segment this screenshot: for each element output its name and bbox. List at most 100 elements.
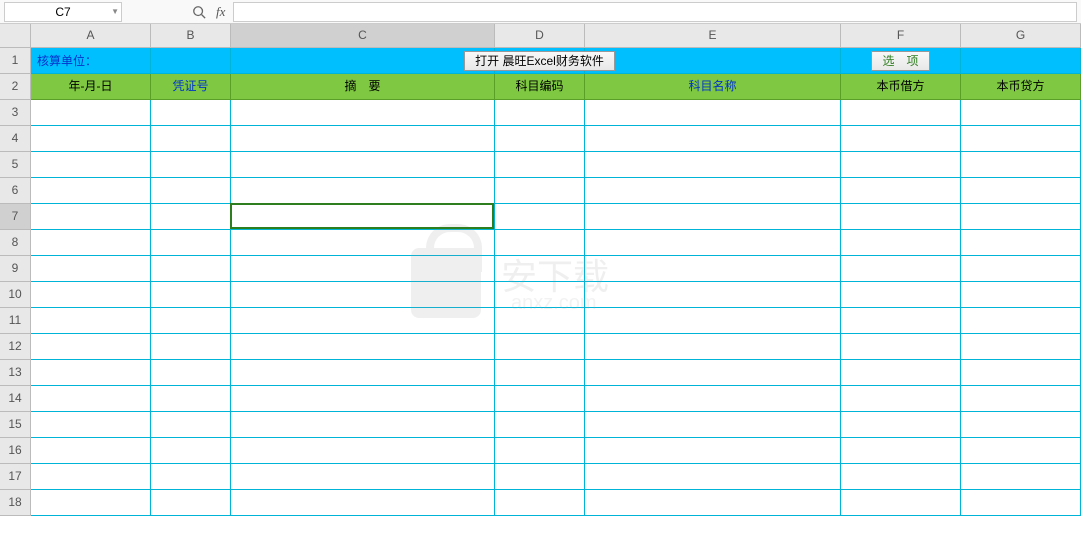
- cell-E1[interactable]: [585, 48, 841, 74]
- cell-E10[interactable]: [585, 282, 841, 308]
- cell-G7[interactable]: [961, 204, 1081, 230]
- header-cell-A[interactable]: 年-月-日: [31, 74, 151, 100]
- cell-G13[interactable]: [961, 360, 1081, 386]
- cell-G18[interactable]: [961, 490, 1081, 516]
- cell-B13[interactable]: [151, 360, 231, 386]
- cell-F18[interactable]: [841, 490, 961, 516]
- cell-F12[interactable]: [841, 334, 961, 360]
- cell-D10[interactable]: [495, 282, 585, 308]
- cell-F14[interactable]: [841, 386, 961, 412]
- cell-E3[interactable]: [585, 100, 841, 126]
- cell-A1[interactable]: 核算单位：: [31, 48, 151, 74]
- cell-G10[interactable]: [961, 282, 1081, 308]
- cell-C13[interactable]: [231, 360, 495, 386]
- cell-C7[interactable]: [231, 204, 495, 230]
- cell-G17[interactable]: [961, 464, 1081, 490]
- cell-C5[interactable]: [231, 152, 495, 178]
- cell-D17[interactable]: [495, 464, 585, 490]
- cell-D3[interactable]: [495, 100, 585, 126]
- row-header-7[interactable]: 7: [0, 204, 31, 230]
- header-cell-G[interactable]: 本币贷方: [961, 74, 1081, 100]
- search-icon[interactable]: [190, 3, 208, 21]
- options-button[interactable]: 选 项: [871, 51, 929, 71]
- cell-G8[interactable]: [961, 230, 1081, 256]
- cell-B18[interactable]: [151, 490, 231, 516]
- cell-B3[interactable]: [151, 100, 231, 126]
- cell-B7[interactable]: [151, 204, 231, 230]
- cell-B12[interactable]: [151, 334, 231, 360]
- row-header-15[interactable]: 15: [0, 412, 31, 438]
- cell-F7[interactable]: [841, 204, 961, 230]
- cell-E8[interactable]: [585, 230, 841, 256]
- cell-A7[interactable]: [31, 204, 151, 230]
- cell-F8[interactable]: [841, 230, 961, 256]
- cell-D11[interactable]: [495, 308, 585, 334]
- column-header-D[interactable]: D: [495, 24, 585, 48]
- cell-B5[interactable]: [151, 152, 231, 178]
- cell-A8[interactable]: [31, 230, 151, 256]
- cell-A11[interactable]: [31, 308, 151, 334]
- cell-B16[interactable]: [151, 438, 231, 464]
- cell-E5[interactable]: [585, 152, 841, 178]
- cell-A10[interactable]: [31, 282, 151, 308]
- cell-G12[interactable]: [961, 334, 1081, 360]
- header-cell-B[interactable]: 凭证号: [151, 74, 231, 100]
- cell-B6[interactable]: [151, 178, 231, 204]
- cell-G11[interactable]: [961, 308, 1081, 334]
- cell-E11[interactable]: [585, 308, 841, 334]
- row-header-11[interactable]: 11: [0, 308, 31, 334]
- header-cell-E[interactable]: 科目名称: [585, 74, 841, 100]
- cell-F11[interactable]: [841, 308, 961, 334]
- column-header-B[interactable]: B: [151, 24, 231, 48]
- cell-F10[interactable]: [841, 282, 961, 308]
- cell-A12[interactable]: [31, 334, 151, 360]
- row-header-4[interactable]: 4: [0, 126, 31, 152]
- header-cell-C[interactable]: 摘 要: [231, 74, 495, 100]
- column-header-A[interactable]: A: [31, 24, 151, 48]
- cell-B11[interactable]: [151, 308, 231, 334]
- cell-C9[interactable]: [231, 256, 495, 282]
- column-header-G[interactable]: G: [961, 24, 1081, 48]
- cell-G15[interactable]: [961, 412, 1081, 438]
- header-cell-D[interactable]: 科目编码: [495, 74, 585, 100]
- cell-E4[interactable]: [585, 126, 841, 152]
- cell-G1[interactable]: [961, 48, 1081, 74]
- cell-A16[interactable]: [31, 438, 151, 464]
- cell-F3[interactable]: [841, 100, 961, 126]
- cell-D6[interactable]: [495, 178, 585, 204]
- cell-E13[interactable]: [585, 360, 841, 386]
- row-header-16[interactable]: 16: [0, 438, 31, 464]
- cell-D15[interactable]: [495, 412, 585, 438]
- cell-E14[interactable]: [585, 386, 841, 412]
- cell-G4[interactable]: [961, 126, 1081, 152]
- row-header-1[interactable]: 1: [0, 48, 31, 74]
- cell-C4[interactable]: [231, 126, 495, 152]
- cell-C12[interactable]: [231, 334, 495, 360]
- name-box[interactable]: C7 ▼: [4, 2, 122, 22]
- cell-D5[interactable]: [495, 152, 585, 178]
- cell-E16[interactable]: [585, 438, 841, 464]
- cell-E18[interactable]: [585, 490, 841, 516]
- select-all-corner[interactable]: [0, 24, 31, 48]
- cell-C16[interactable]: [231, 438, 495, 464]
- cell-E12[interactable]: [585, 334, 841, 360]
- cell-C14[interactable]: [231, 386, 495, 412]
- row-header-13[interactable]: 13: [0, 360, 31, 386]
- cell-E15[interactable]: [585, 412, 841, 438]
- cell-A5[interactable]: [31, 152, 151, 178]
- row-header-12[interactable]: 12: [0, 334, 31, 360]
- cell-D12[interactable]: [495, 334, 585, 360]
- cell-C1[interactable]: [231, 48, 495, 74]
- cell-G6[interactable]: [961, 178, 1081, 204]
- cell-D14[interactable]: [495, 386, 585, 412]
- cell-F15[interactable]: [841, 412, 961, 438]
- cell-G14[interactable]: [961, 386, 1081, 412]
- cell-B10[interactable]: [151, 282, 231, 308]
- cell-C8[interactable]: [231, 230, 495, 256]
- cell-B17[interactable]: [151, 464, 231, 490]
- column-header-E[interactable]: E: [585, 24, 841, 48]
- cell-C18[interactable]: [231, 490, 495, 516]
- cell-C3[interactable]: [231, 100, 495, 126]
- row-header-3[interactable]: 3: [0, 100, 31, 126]
- cell-D4[interactable]: [495, 126, 585, 152]
